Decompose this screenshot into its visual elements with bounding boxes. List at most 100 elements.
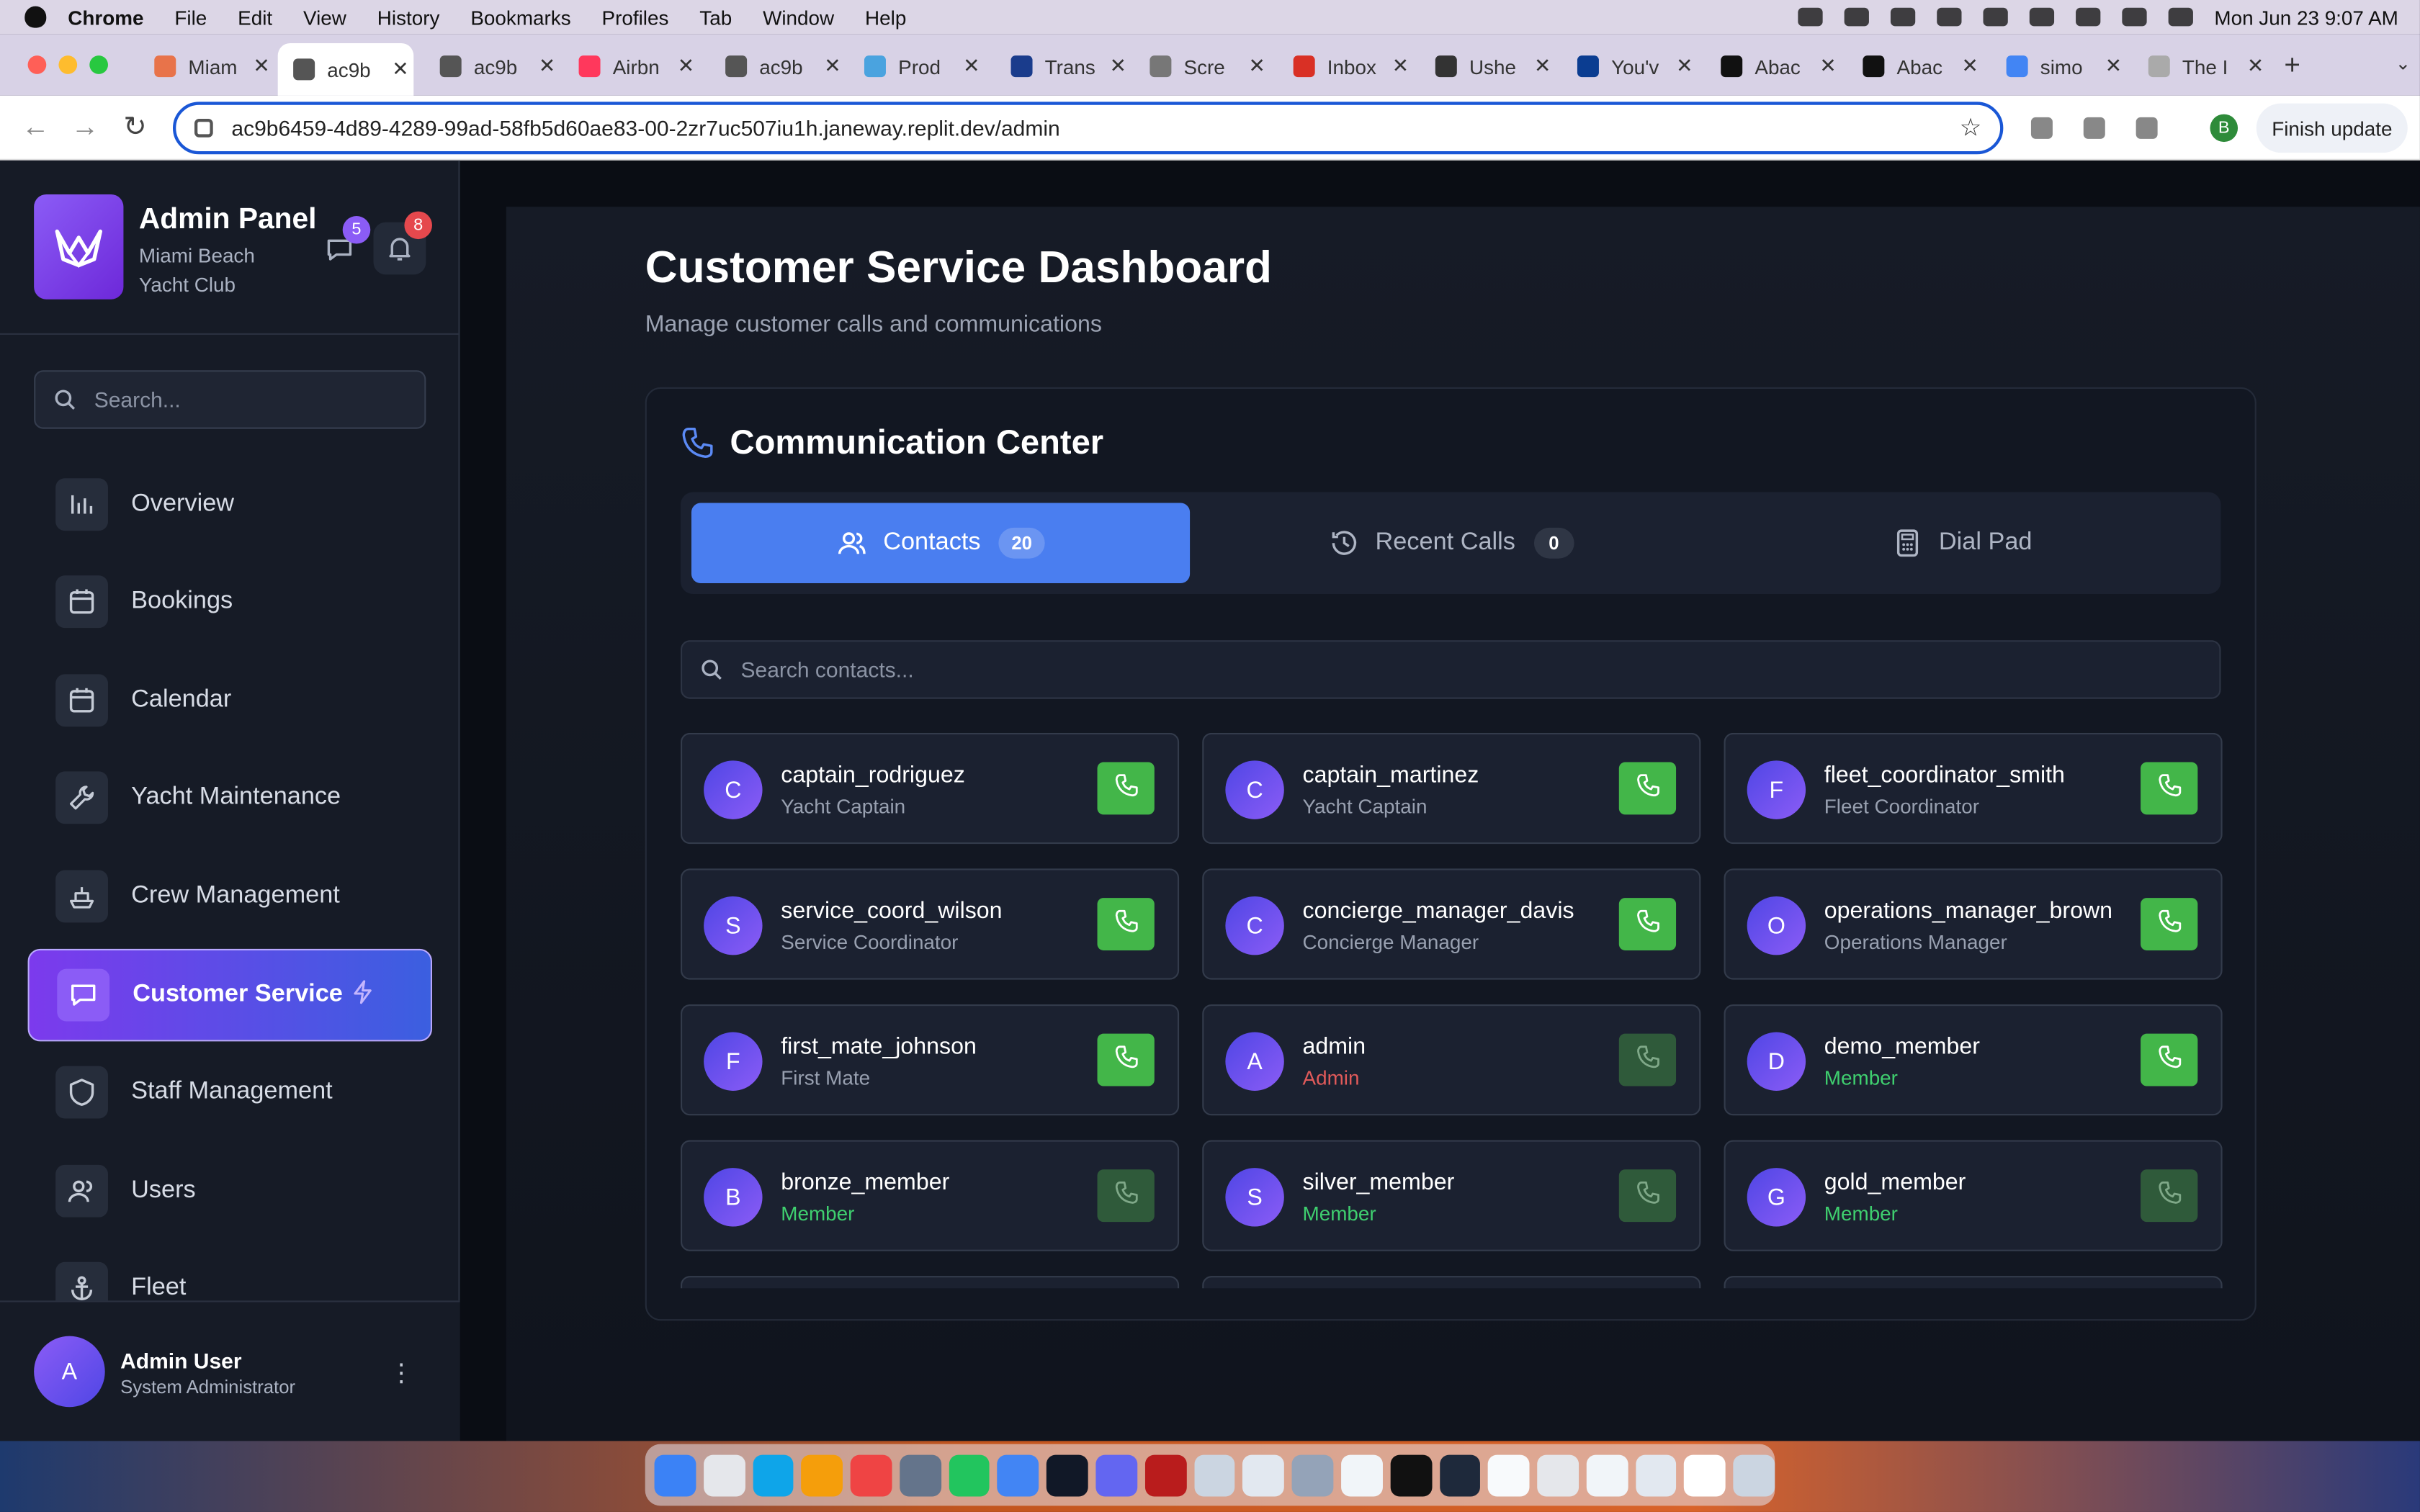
sidebar-item-customer-service[interactable]: Customer Service [27,948,432,1042]
contact-card[interactable]: Ccaptain_rodriguez Yacht Captain [680,732,1180,845]
dock-app-icon[interactable] [1586,1454,1628,1496]
menu-app-name[interactable]: Chrome [68,5,143,28]
finish-update-button[interactable]: Finish update [2256,103,2408,153]
sidebar-search-input[interactable]: Search... [34,370,426,429]
call-button[interactable] [1618,898,1677,950]
menu-profiles[interactable]: Profiles [602,5,669,28]
apple-icon[interactable] [24,6,47,28]
camera-icon[interactable] [2083,117,2105,139]
menu-view[interactable]: View [303,5,346,28]
dock-app-icon[interactable] [1733,1454,1775,1496]
dock-app-icon[interactable] [1488,1454,1530,1496]
contact-card[interactable]: Sservice_coord_wilson Service Coordinator [680,868,1180,980]
dock-app-icon[interactable] [654,1454,696,1496]
zoom-window-button[interactable] [89,55,108,74]
creative-cloud-icon[interactable] [1890,7,1915,27]
extension-icon[interactable] [2030,117,2053,139]
browser-tab[interactable]: Prod ✕ [849,43,980,89]
call-button[interactable] [1097,1033,1155,1086]
call-button[interactable] [2141,1033,2198,1086]
call-button[interactable] [2141,1169,2198,1223]
dock-app-icon[interactable] [801,1454,843,1496]
tab-close-icon[interactable]: ✕ [1819,54,1836,78]
spotlight-search-icon[interactable] [2075,7,2100,27]
dock-app-icon[interactable] [949,1454,990,1496]
tab-close-icon[interactable]: ✕ [539,54,555,78]
close-window-button[interactable] [27,55,47,74]
dock-app-icon[interactable] [1095,1454,1137,1496]
vpn-icon[interactable] [1844,7,1869,27]
dock-app-icon[interactable] [1047,1454,1088,1496]
tab-close-icon[interactable]: ✕ [678,54,694,78]
url-text[interactable]: ac9b6459-4d89-4289-99ad-58fb5d60ae83-00-… [231,116,1059,140]
sidebar-item-calendar[interactable]: Calendar [28,654,432,747]
minimize-window-button[interactable] [58,55,78,74]
call-button[interactable] [1097,1169,1155,1223]
tab-close-icon[interactable]: ✕ [824,54,841,78]
address-bar[interactable]: ac9b6459-4d89-4289-99ad-58fb5d60ae83-00-… [172,102,2004,155]
tab-close-icon[interactable]: ✕ [1392,54,1409,78]
browser-tab[interactable]: simo ✕ [1991,43,2122,89]
call-button[interactable] [1097,762,1155,815]
tab-close-icon[interactable]: ✕ [2247,54,2264,78]
cloud-icon[interactable] [1797,7,1823,27]
sidebar-item-users[interactable]: Users [28,1145,432,1238]
battery-icon[interactable] [1982,7,2008,27]
contact-card[interactable]: Ooperations_manager_brown Operations Mana… [1724,868,2223,980]
sidebar-user-footer[interactable]: A Admin User System Administrator ⋮ [0,1300,460,1441]
contact-card[interactable] [680,1276,1180,1289]
dock-app-icon[interactable] [1439,1454,1481,1496]
sidebar-item-crew-management[interactable]: Crew Management [28,850,432,943]
siri-icon[interactable] [2168,7,2193,27]
contact-card[interactable] [1724,1276,2223,1289]
menu-window[interactable]: Window [763,5,834,28]
dock-app-icon[interactable] [1537,1454,1579,1496]
contact-card[interactable]: Aadmin Admin [1202,1004,1701,1116]
browser-tab[interactable]: Ushe ✕ [1420,43,1551,89]
browser-tab[interactable]: ac9b ✕ [277,42,414,96]
tab-close-icon[interactable]: ✕ [1249,54,1265,78]
new-tab-button[interactable]: + [2284,50,2300,82]
tab-close-icon[interactable]: ✕ [253,54,269,78]
sidebar-item-yacht-maintenance[interactable]: Yacht Maintenance [28,752,432,845]
contact-card[interactable]: Ddemo_member Member [1724,1004,2223,1116]
menu-file[interactable]: File [174,5,207,28]
contact-card[interactable]: Ffirst_mate_johnson First Mate [680,1004,1180,1116]
dock-app-icon[interactable] [1684,1454,1726,1496]
dock-app-icon[interactable] [1144,1454,1186,1496]
dock-app-icon[interactable] [1242,1454,1285,1496]
back-arrow-icon[interactable]: ← [22,111,50,143]
tab-close-icon[interactable]: ✕ [1961,54,1978,78]
browser-tab[interactable]: ac9b ✕ [710,43,841,89]
dock-app-icon[interactable] [1635,1454,1677,1496]
tab-close-icon[interactable]: ✕ [392,57,408,81]
browser-tab[interactable]: The I ✕ [2133,43,2264,89]
profile-avatar[interactable]: B [2210,114,2238,143]
tab-search-button[interactable]: ⌄ [2396,53,2411,74]
call-button[interactable] [1618,762,1677,815]
browser-tab[interactable]: Inbox ✕ [1278,43,1409,89]
call-button[interactable] [1097,898,1155,950]
browser-tab[interactable]: Miam ✕ [139,43,270,89]
browser-tab[interactable]: ac9b ✕ [424,43,555,89]
tab-close-icon[interactable]: ✕ [2105,54,2122,78]
tab-close-icon[interactable]: ✕ [1534,54,1551,78]
browser-tab[interactable]: Trans ✕ [995,43,1126,89]
dock-app-icon[interactable] [1390,1454,1432,1496]
sidebar-item-bookings[interactable]: Bookings [28,555,432,648]
reload-icon[interactable]: ↻ [123,111,146,143]
call-button[interactable] [1618,1033,1677,1086]
dock-app-icon[interactable] [703,1454,745,1496]
dock-app-icon[interactable] [1291,1454,1334,1496]
menu-tab[interactable]: Tab [699,5,732,28]
menu-bookmarks[interactable]: Bookmarks [470,5,570,28]
tab-close-icon[interactable]: ✕ [1110,54,1126,78]
dock-app-icon[interactable] [900,1454,941,1496]
contact-search-input[interactable]: Search contacts... [680,640,2221,699]
browser-tab[interactable]: Abac ✕ [1847,43,1978,89]
call-button[interactable] [1618,1169,1677,1223]
contact-card[interactable]: Cconcierge_manager_davis Concierge Manage… [1202,868,1701,980]
dock-app-icon[interactable] [1340,1454,1383,1496]
contact-card[interactable]: Ggold_member Member [1724,1140,2223,1251]
menubar-clock[interactable]: Mon Jun 23 9:07 AM [2214,5,2398,28]
